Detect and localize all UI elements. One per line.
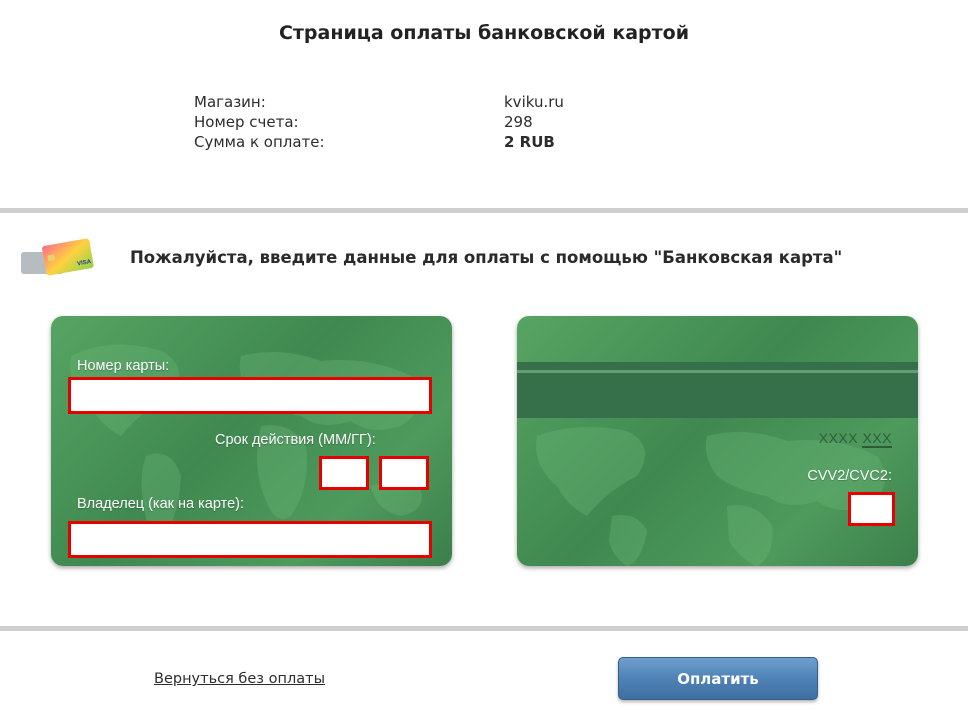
masked-card-number: XXXX XXX — [818, 430, 892, 448]
magnetic-stripe-line — [517, 370, 918, 373]
invoice-value: 298 — [504, 113, 533, 131]
amount-row: Сумма к оплате: 2 RUB — [194, 132, 594, 152]
expiry-label: Срок действия (ММ/ГГ): — [215, 432, 376, 448]
card-number-input[interactable] — [68, 377, 432, 414]
shop-value: kviku.ru — [504, 93, 564, 111]
order-info: Магазин: kviku.ru Номер счета: 298 Сумма… — [194, 92, 594, 152]
shop-label: Магазин: — [194, 93, 266, 111]
card-front: Номер карты: Срок действия (ММ/ГГ): Влад… — [51, 316, 452, 566]
cardholder-input[interactable] — [68, 521, 432, 558]
masked-suffix: XXX — [862, 430, 892, 448]
invoice-row: Номер счета: 298 — [194, 112, 594, 132]
card-back: XXXX XXX CVV2/CVC2: — [517, 316, 918, 566]
cvv-input[interactable] — [848, 492, 895, 526]
expiry-year-input[interactable] — [379, 456, 429, 490]
cardholder-label: Владелец (как на карте): — [77, 496, 244, 512]
card-number-label: Номер карты: — [77, 358, 170, 374]
bank-card-icon: VISA — [21, 238, 94, 276]
payment-page: Страница оплаты банковской картой Магази… — [0, 0, 968, 710]
page-title: Страница оплаты банковской картой — [278, 22, 690, 44]
back-without-payment-link[interactable]: Вернуться без оплаты — [154, 671, 325, 687]
amount-label: Сумма к оплате: — [194, 133, 325, 151]
payment-method-title: Пожалуйста, введите данные для оплаты с … — [130, 248, 843, 267]
pay-button[interactable]: Оплатить — [618, 657, 818, 700]
invoice-label: Номер счета: — [194, 113, 299, 131]
masked-prefix: XXXX — [818, 430, 859, 446]
amount-value: 2 RUB — [504, 133, 555, 151]
expiry-month-input[interactable] — [319, 456, 369, 490]
bottom-divider — [0, 626, 968, 631]
cvv-label: CVV2/CVC2: — [807, 468, 892, 484]
top-divider — [0, 208, 968, 213]
shop-row: Магазин: kviku.ru — [194, 92, 594, 112]
